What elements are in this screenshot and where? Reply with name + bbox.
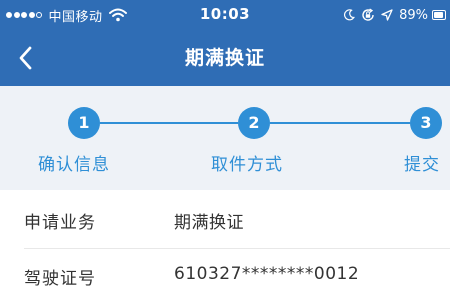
status-right: 89% [337,6,446,24]
step-3-circle: 3 [410,107,442,139]
rotation-lock-icon [361,8,375,22]
moon-icon [343,9,355,21]
detail-row-business: 申请业务 期满换证 [0,194,450,249]
detail-value: 610327********0012 [174,264,360,284]
detail-label: 驾驶证号 [24,269,96,289]
step-2-circle: 2 [238,107,270,139]
step-2-label: 取件方式 [211,155,283,175]
detail-row-license: 驾驶证号 610327********0012 [0,250,450,300]
detail-label: 申请业务 [24,213,96,233]
battery-fill [434,12,443,18]
step-connector [270,122,410,124]
progress-stepper: 1 2 3 确认信息 取件方式 提交 [0,86,450,190]
status-bar: 中国移动 10:03 89% [0,0,450,30]
battery-icon [432,10,446,20]
step-3-label: 提交 [404,155,440,175]
step-1-label: 确认信息 [38,155,110,175]
app-screen: 中国移动 10:03 89% 期满换证 1 2 3 确认信息 取件方式 提交 申… [0,0,450,300]
nav-bar: 期满换证 [0,30,450,86]
location-arrow-icon [381,9,393,21]
battery-percent: 89% [399,7,428,23]
step-1-circle: 1 [68,107,100,139]
row-divider [24,248,450,249]
page-title: 期满换证 [184,47,265,69]
detail-value: 期满换证 [174,213,244,233]
step-connector [100,122,238,124]
